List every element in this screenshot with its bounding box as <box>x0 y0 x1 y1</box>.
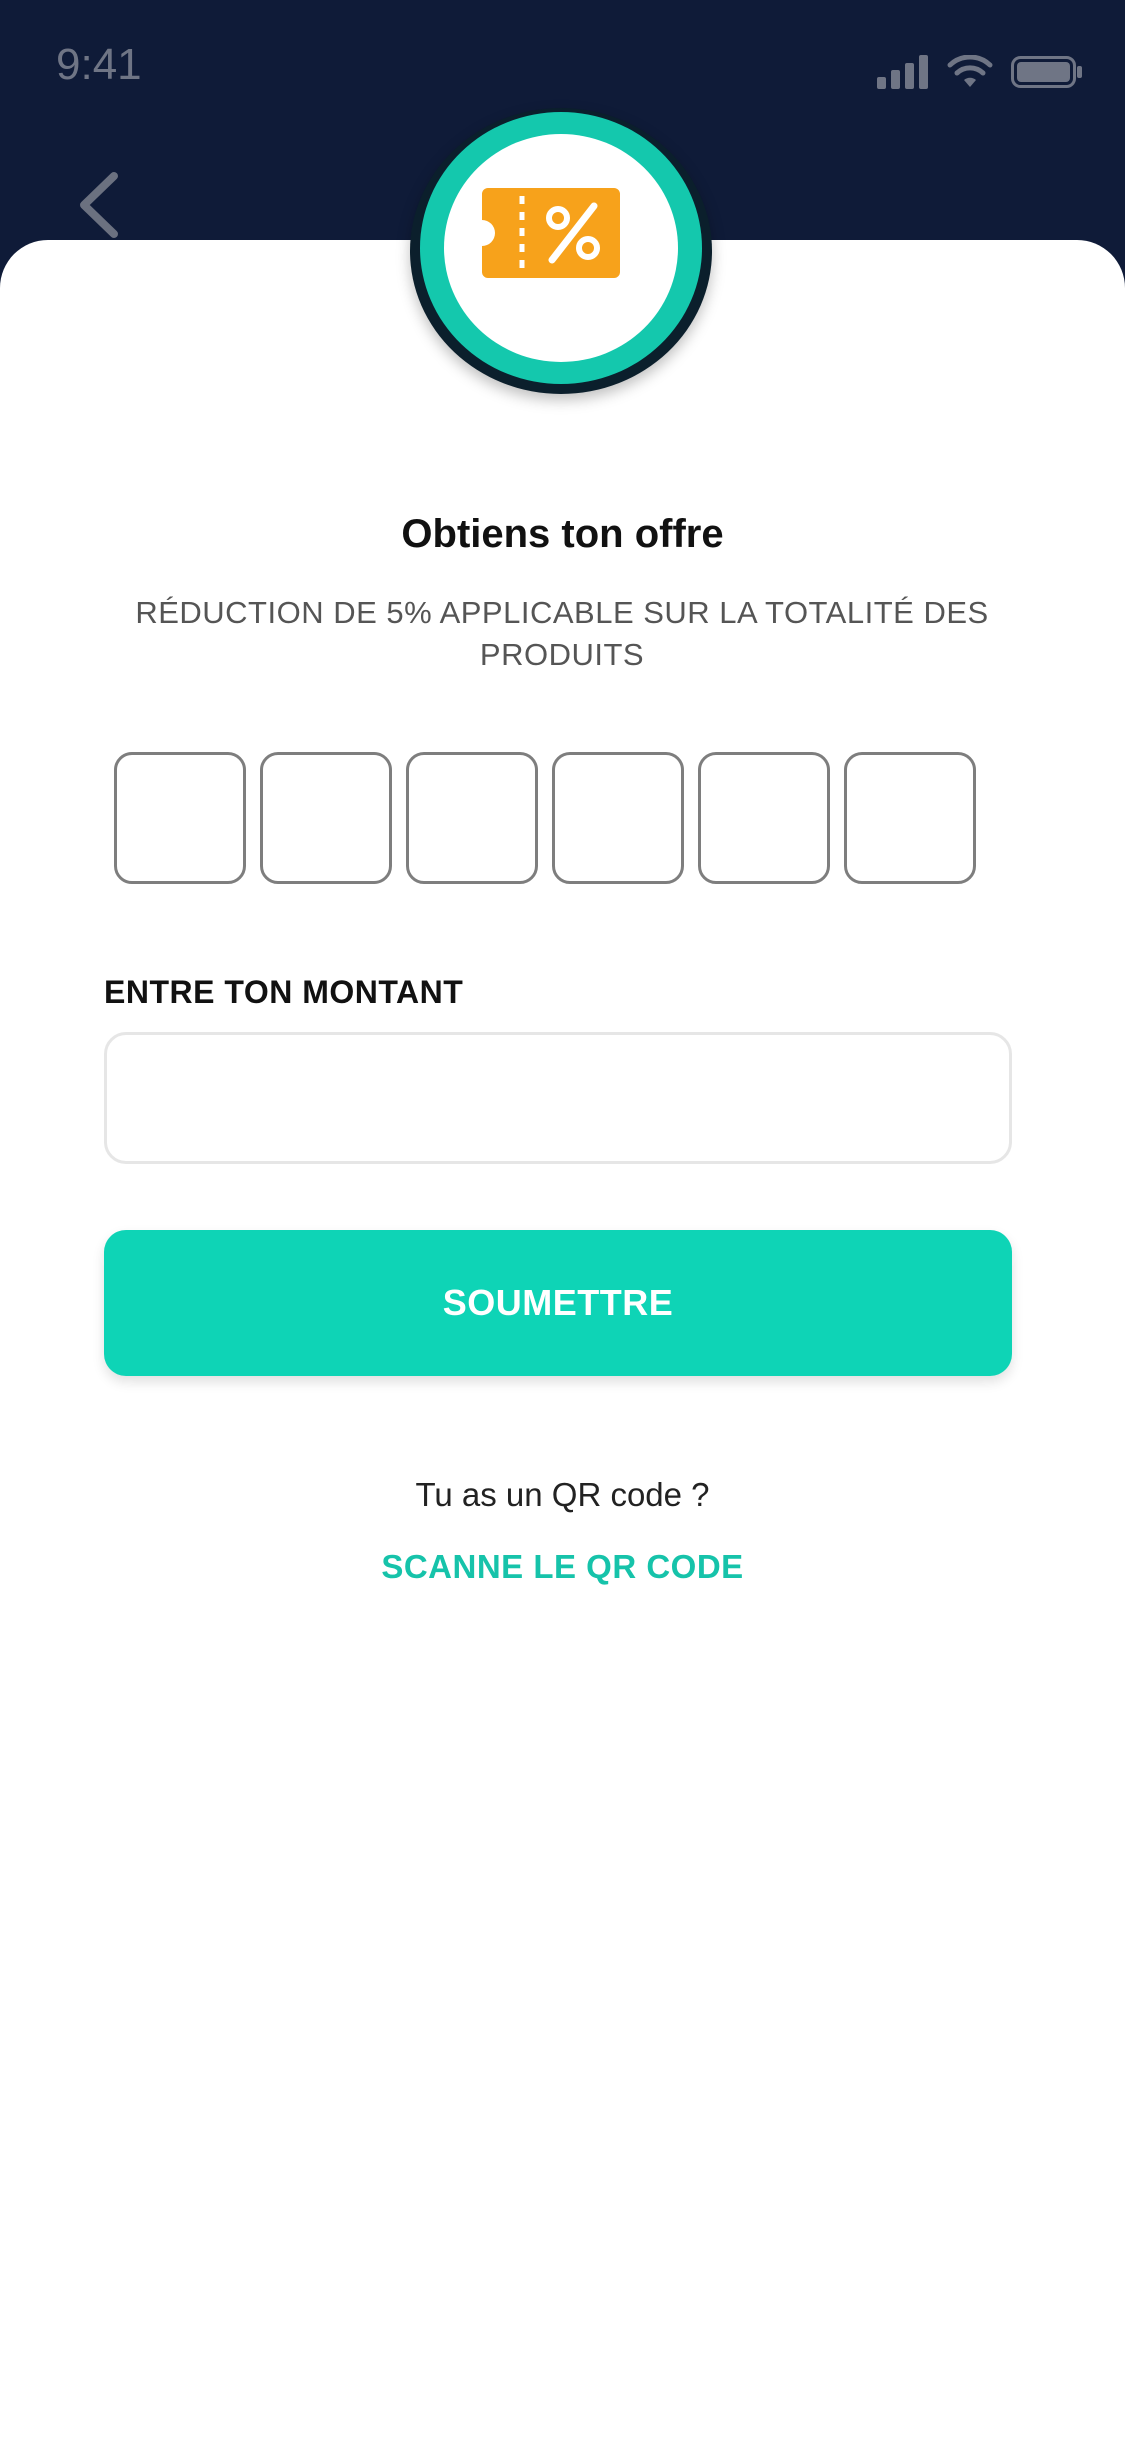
code-digit-box-6[interactable] <box>844 752 976 884</box>
offer-title: Obtiens ton offre <box>401 512 724 556</box>
status-time: 9:41 <box>56 40 142 89</box>
offer-subtitle: RÉDUCTION DE 5% APPLICABLE SUR LA TOTALI… <box>135 595 989 672</box>
code-digit-box-3[interactable] <box>406 752 538 884</box>
code-digit-box-4[interactable] <box>552 752 684 884</box>
code-digit-box-1[interactable] <box>114 752 246 884</box>
amount-label: ENTRE TON MONTANT <box>104 974 464 1010</box>
signal-icon <box>877 55 928 89</box>
code-digit-box-5[interactable] <box>698 752 830 884</box>
badge-circle <box>444 134 678 362</box>
code-input-row <box>114 752 976 884</box>
offer-badge <box>410 108 712 394</box>
status-icons <box>877 50 1083 94</box>
amount-input[interactable] <box>104 1032 1012 1164</box>
battery-icon <box>1011 56 1082 88</box>
scan-qr-link[interactable]: SCANNE LE QR CODE <box>0 1548 1125 1586</box>
badge-ring <box>420 112 702 384</box>
submit-button[interactable]: SOUMETTRE <box>104 1230 1012 1376</box>
coupon-percent-icon <box>482 188 620 278</box>
wifi-icon <box>947 55 993 87</box>
qr-question: Tu as un QR code ? <box>415 1476 710 1513</box>
code-digit-box-2[interactable] <box>260 752 392 884</box>
